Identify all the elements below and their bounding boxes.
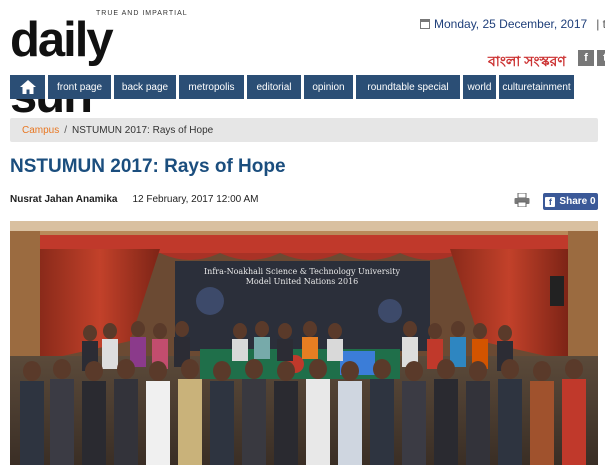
breadcrumb-section-link[interactable]: Campus	[22, 125, 59, 136]
nav-roundtable-special[interactable]: roundtable special	[356, 75, 460, 99]
photo-banner-line1: Infra-Noakhali Science & Technology Univ…	[204, 267, 400, 276]
nav-opinion[interactable]: opinion	[304, 75, 353, 99]
nav-metropolis[interactable]: metropolis	[179, 75, 244, 99]
bangla-edition-link[interactable]: বাংলা সংস্করণ	[488, 50, 566, 74]
print-icon[interactable]	[514, 192, 530, 208]
site-logo[interactable]: TRUE AND IMPARTIAL daily sun	[10, 10, 202, 123]
photo-banner-line2: Model United Nations 2016	[246, 277, 359, 286]
home-icon[interactable]	[10, 75, 45, 99]
article-date: 12 February, 2017 12:00 AM	[132, 194, 259, 205]
breadcrumb-separator: /	[64, 124, 68, 136]
twitter-icon[interactable]: t	[597, 50, 605, 66]
breadcrumb-current: NSTUMUN 2017: Rays of Hope	[72, 124, 214, 136]
nav-editorial[interactable]: editorial	[247, 75, 301, 99]
nav-front-page[interactable]: front page	[48, 75, 111, 99]
article-title: NSTUMUN 2017: Rays of Hope	[10, 156, 286, 177]
current-date: Monday, 25 December, 2017 | to	[420, 17, 605, 31]
facebook-f-icon: f	[545, 196, 556, 207]
nav-world[interactable]: world	[463, 75, 496, 99]
article-photo: Infra-Noakhali Science & Technology Univ…	[10, 221, 598, 465]
header-separator: | to	[596, 17, 605, 31]
nav-culturetainment[interactable]: culturetainment	[499, 75, 574, 99]
article-byline: Nusrat Jahan Anamika 12 February, 2017 1…	[10, 194, 258, 205]
date-text: Monday, 25 December, 2017	[434, 17, 588, 31]
facebook-icon[interactable]: f	[578, 50, 594, 66]
nav-back-page[interactable]: back page	[114, 75, 176, 99]
facebook-share-button[interactable]: f Share 0	[543, 193, 598, 210]
logo-wordmark: daily sun	[10, 13, 114, 123]
breadcrumb: Campus / NSTUMUN 2017: Rays of Hope	[10, 118, 598, 142]
calendar-icon	[420, 19, 430, 29]
share-label: Share 0	[559, 196, 596, 207]
main-nav: front page back page metropolis editoria…	[10, 75, 605, 99]
article-author[interactable]: Nusrat Jahan Anamika	[10, 194, 117, 205]
